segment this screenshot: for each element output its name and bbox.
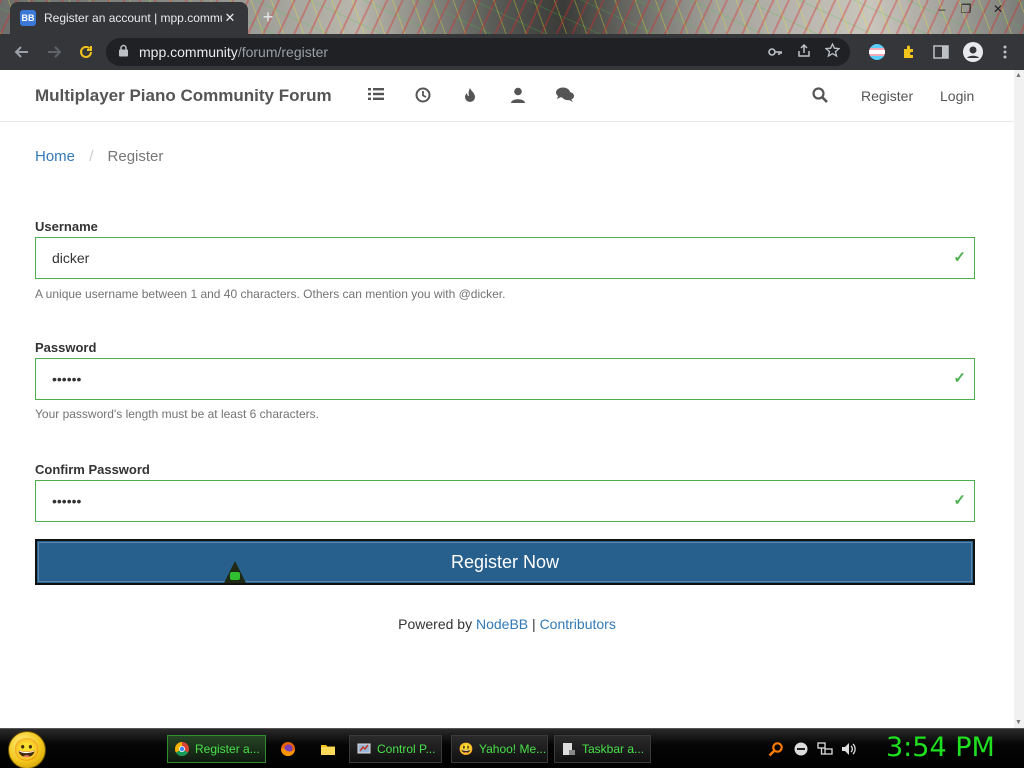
search-tray-icon[interactable] (767, 740, 785, 758)
valid-check-icon: ✓ (953, 492, 966, 509)
valid-check-icon: ✓ (953, 370, 966, 387)
puzzle-extensions-icon[interactable] (898, 41, 920, 63)
password-label: Password (35, 340, 97, 355)
recent-clock-icon[interactable] (414, 87, 432, 105)
breadcrumb-separator: / (89, 148, 94, 165)
password-input[interactable]: •••••• ✓ (35, 358, 975, 400)
browser-tab-strip: BB Register an account | mpp.community ✕… (0, 0, 1024, 34)
password-value: •••••• (52, 371, 82, 387)
browser-toolbar: mpp.community/forum/register (0, 34, 1024, 70)
task-label: Control P... (377, 742, 436, 756)
url-host: mpp.community (139, 44, 238, 60)
site-navbar: Multiplayer Piano Community Forum Regist… (0, 70, 1014, 122)
profile-avatar-icon[interactable] (962, 41, 984, 63)
url-text: mpp.community/forum/register (139, 44, 328, 60)
footer-separator: | (532, 616, 536, 632)
browser-tab-active[interactable]: BB Register an account | mpp.community ✕ (10, 2, 248, 34)
nodebb-favicon-icon: BB (20, 10, 36, 26)
username-value: dicker (52, 250, 90, 266)
tab-close-icon[interactable]: ✕ (222, 10, 238, 26)
taskbar-clock[interactable]: 3:54 PM (886, 732, 995, 763)
lock-icon (118, 44, 129, 60)
nav-register-link[interactable]: Register (861, 88, 913, 104)
tab-title: Register an account | mpp.community (44, 11, 222, 25)
breadcrumb: Home / Register (35, 148, 163, 165)
os-taskbar: 😀 Register a... Control P... 😃 Yahoo! Me… (0, 728, 1024, 768)
page-scrollbar[interactable]: ▲ ▼ (1014, 70, 1024, 728)
taskbar-task-taskbar-app[interactable]: Taskbar a... (554, 735, 651, 763)
powered-by-text: Powered by (398, 616, 473, 632)
categories-list-icon[interactable] (367, 87, 385, 105)
nav-login-link[interactable]: Login (940, 88, 974, 104)
password-help-text: Your password's length must be at least … (35, 407, 319, 421)
confirm-password-label: Confirm Password (35, 462, 150, 477)
volume-tray-icon[interactable] (840, 740, 858, 758)
file-explorer-icon[interactable] (318, 739, 338, 759)
search-icon[interactable] (811, 87, 829, 105)
control-panel-icon (356, 741, 372, 757)
back-icon[interactable] (6, 36, 38, 68)
url-path: /forum/register (237, 44, 329, 60)
nodebb-link[interactable]: NodeBB (476, 616, 528, 632)
users-icon[interactable] (509, 87, 527, 105)
taskbar-app-icon (561, 741, 577, 757)
forward-icon[interactable] (38, 36, 70, 68)
task-label: Yahoo! Me... (479, 742, 547, 756)
confirm-password-value: •••••• (52, 493, 82, 509)
firefox-icon[interactable] (278, 739, 298, 759)
popular-fire-icon[interactable] (461, 87, 479, 105)
side-panel-icon[interactable] (930, 41, 952, 63)
page-footer: Powered by NodeBB | Contributors (0, 616, 1014, 632)
taskbar-task-chrome[interactable]: Register a... (167, 735, 266, 763)
key-icon[interactable] (768, 44, 783, 60)
address-bar[interactable]: mpp.community/forum/register (106, 38, 850, 66)
chrome-icon (174, 741, 190, 757)
network-tray-icon[interactable] (816, 740, 834, 758)
mouse-cursor-icon (224, 561, 246, 583)
reload-icon[interactable] (70, 36, 102, 68)
username-input[interactable]: dicker ✓ (35, 237, 975, 279)
chats-icon[interactable] (556, 87, 574, 105)
taskbar-task-control-panel[interactable]: Control P... (349, 735, 442, 763)
breadcrumb-current: Register (107, 148, 164, 165)
contributors-link[interactable]: Contributors (540, 616, 616, 632)
task-label: Register a... (195, 742, 260, 756)
yahoo-messenger-icon: 😃 (458, 742, 474, 756)
site-brand[interactable]: Multiplayer Piano Community Forum (35, 86, 332, 106)
task-label: Taskbar a... (582, 742, 645, 756)
register-now-button[interactable]: Register Now (35, 539, 975, 585)
confirm-password-input[interactable]: •••••• ✓ (35, 480, 975, 522)
bookmark-star-icon[interactable] (824, 42, 841, 61)
browser-menu-icon[interactable] (994, 41, 1016, 63)
close-window-button[interactable]: ✕ (984, 0, 1012, 18)
share-icon[interactable] (797, 43, 811, 61)
maximize-button[interactable]: ❐ (952, 0, 980, 18)
minus-circle-tray-icon[interactable] (792, 740, 810, 758)
username-help-text: A unique username between 1 and 40 chara… (35, 287, 506, 301)
new-tab-button[interactable]: + (258, 7, 278, 28)
scroll-down-arrow-icon[interactable]: ▼ (1015, 719, 1022, 726)
username-label: Username (35, 219, 98, 234)
scroll-up-arrow-icon[interactable]: ▲ (1015, 72, 1022, 79)
taskbar-task-yahoo-messenger[interactable]: 😃 Yahoo! Me... (451, 735, 548, 763)
valid-check-icon: ✓ (953, 249, 966, 266)
breadcrumb-home-link[interactable]: Home (35, 148, 75, 165)
pride-flag-extension-icon[interactable] (866, 41, 888, 63)
start-smiley-icon[interactable]: 😀 (8, 731, 46, 768)
